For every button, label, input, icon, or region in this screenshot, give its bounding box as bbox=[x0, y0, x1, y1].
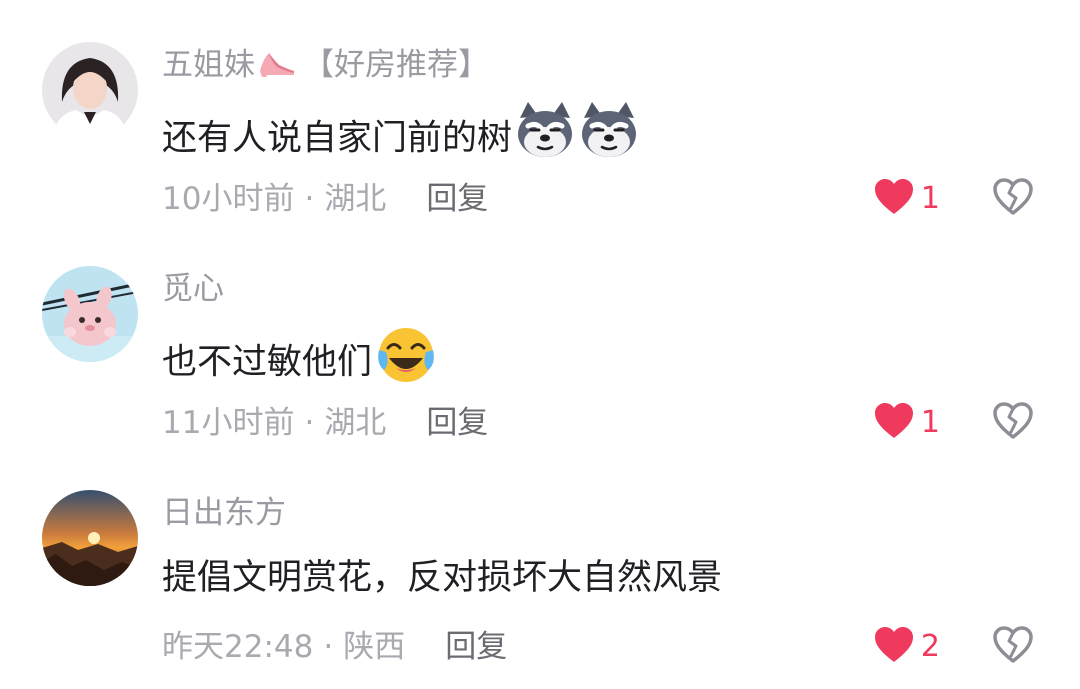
husky-dog-emoji bbox=[578, 100, 640, 179]
heart-icon bbox=[873, 402, 915, 444]
husky-dog-emoji bbox=[514, 100, 576, 179]
username[interactable]: 日出东方 bbox=[162, 490, 286, 536]
comment-text-body: 还有人说自家门前的树 bbox=[162, 118, 513, 159]
like-button[interactable]: 1 bbox=[873, 402, 940, 444]
comment-meta: 10小时前 · 湖北 回复 bbox=[162, 174, 488, 224]
comment-location: 湖北 bbox=[324, 405, 387, 441]
comment-item: 五姐妹 【好房推荐】 还有人说自家门前的树 10小时前 · 湖北 回复 1 bbox=[0, 0, 1080, 220]
heart-icon bbox=[873, 178, 915, 220]
comment-text-body: 提倡文明赏花，反对损坏大自然风景 bbox=[162, 558, 723, 598]
broken-heart-icon bbox=[992, 402, 1034, 444]
avatar[interactable] bbox=[42, 42, 138, 138]
username[interactable]: 五姐妹 【好房推荐】 bbox=[162, 42, 489, 92]
comment-time: 11小时前 bbox=[162, 405, 295, 441]
comment-text: 提倡文明赏花，反对损坏大自然风景 bbox=[162, 548, 722, 608]
username-text: 日出东方 bbox=[162, 495, 286, 531]
comment-meta: 11小时前 · 湖北 回复 bbox=[162, 398, 488, 448]
separator: · bbox=[323, 629, 334, 665]
avatar[interactable] bbox=[42, 266, 138, 362]
dislike-button[interactable] bbox=[992, 402, 1034, 444]
like-button[interactable]: 2 bbox=[873, 626, 940, 668]
dislike-button[interactable] bbox=[992, 178, 1034, 220]
comment-item: 觅心 也不过敏他们 11小时前 · 湖北 回复 1 bbox=[0, 224, 1080, 444]
comment-text-body: 也不过敏他们 bbox=[162, 342, 373, 383]
heart-icon bbox=[873, 626, 915, 668]
dislike-button[interactable] bbox=[992, 626, 1034, 668]
like-count: 1 bbox=[920, 181, 940, 216]
crying-laughing-emoji bbox=[374, 324, 438, 403]
comment-time: 10小时前 bbox=[162, 181, 295, 217]
comment-item: 日出东方 提倡文明赏花，反对损坏大自然风景 昨天22:48 · 陕西 回复 2 bbox=[0, 448, 1080, 668]
user-tag: 【好房推荐】 bbox=[303, 47, 489, 83]
separator: · bbox=[304, 405, 315, 441]
avatar[interactable] bbox=[42, 490, 138, 586]
comment-text: 也不过敏他们 bbox=[162, 324, 438, 403]
separator: · bbox=[304, 181, 315, 217]
broken-heart-icon bbox=[992, 178, 1034, 220]
username-text: 五姐妹 bbox=[162, 47, 255, 83]
comment-text: 还有人说自家门前的树 bbox=[162, 100, 640, 179]
reply-button[interactable]: 回复 bbox=[445, 629, 507, 665]
like-button[interactable]: 1 bbox=[873, 178, 940, 220]
comment-time: 昨天22:48 bbox=[162, 629, 314, 665]
like-count: 2 bbox=[920, 629, 940, 664]
broken-heart-icon bbox=[992, 626, 1034, 668]
reply-button[interactable]: 回复 bbox=[426, 181, 488, 217]
like-count: 1 bbox=[920, 405, 940, 440]
username-text: 觅心 bbox=[162, 271, 224, 307]
high-heel-icon bbox=[257, 46, 297, 92]
comment-location: 湖北 bbox=[324, 181, 387, 217]
reply-button[interactable]: 回复 bbox=[426, 405, 488, 441]
comment-location: 陕西 bbox=[343, 629, 406, 665]
comment-meta: 昨天22:48 · 陕西 回复 bbox=[162, 622, 507, 672]
username[interactable]: 觅心 bbox=[162, 266, 224, 312]
